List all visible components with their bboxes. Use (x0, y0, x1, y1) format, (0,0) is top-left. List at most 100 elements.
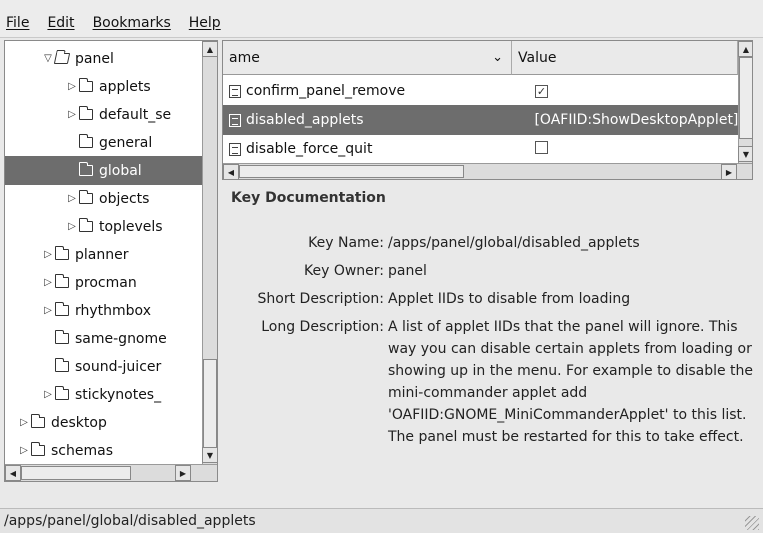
list-vertical-scrollbar[interactable]: ▲ ▼ (738, 41, 752, 163)
tree-item-label: desktop (51, 414, 107, 431)
scroll-up-button[interactable]: ▲ (202, 41, 217, 57)
folder-icon (79, 78, 93, 92)
unchecked-checkbox[interactable] (535, 140, 548, 154)
tree-item[interactable]: ▷ toplevels (5, 212, 202, 241)
scroll-thumb[interactable] (203, 359, 217, 449)
expander-open-icon[interactable]: ▽ (41, 53, 55, 64)
short-description-value: Applet IIDs to disable from loading (388, 291, 631, 307)
tree-item-label: global (99, 162, 142, 179)
folder-icon (55, 330, 69, 344)
folder-open-icon (53, 53, 71, 64)
tree-item-label: planner (75, 246, 129, 263)
key-name-cell: disable_force_quit (246, 141, 373, 157)
tree-item[interactable]: same-gnome (5, 324, 202, 353)
tree-item-label: default_se (99, 106, 172, 123)
list-row[interactable]: disabled_applets [OAFIID:ShowDesktopApple… (223, 105, 738, 135)
expander-closed-icon[interactable]: ▷ (65, 81, 79, 92)
key-owner-value: panel (388, 263, 427, 279)
tree-item-label: toplevels (99, 218, 163, 235)
tree-item-label: stickynotes_ (75, 386, 162, 403)
list-scroll-thumb-horizontal[interactable] (239, 165, 464, 178)
list-scroll-right-button[interactable]: ▶ (721, 164, 737, 179)
expander-closed-icon[interactable]: ▷ (41, 277, 55, 288)
folder-icon (55, 358, 69, 372)
tree-item-label: objects (99, 190, 150, 207)
list-scroll-down-button[interactable]: ▼ (738, 146, 752, 162)
folder-icon (31, 414, 45, 428)
scroll-thumb-horizontal[interactable] (21, 466, 131, 480)
tree-pane: ▷ schemas ▷ desktop ▷ stickynotes_ sound-juice… (4, 40, 218, 482)
tree-vertical-scrollbar[interactable]: ▲ ▼ (202, 41, 217, 464)
expander-closed-icon[interactable]: ▷ (17, 417, 31, 428)
folder-icon (79, 106, 93, 120)
tree-item[interactable]: general (5, 128, 202, 157)
tree-item[interactable]: ▷ desktop (5, 408, 202, 437)
folder-icon (55, 386, 69, 400)
tree-item[interactable]: ▷ rhythmbox (5, 296, 202, 325)
folder-icon (79, 190, 93, 204)
scroll-right-button[interactable]: ▶ (175, 465, 191, 481)
folder-icon (79, 218, 93, 232)
tree-item-label: applets (99, 78, 151, 95)
expander-closed-icon[interactable]: ▷ (65, 109, 79, 120)
key-documentation-heading: Key Documentation (231, 190, 386, 206)
list-horizontal-scrollbar[interactable]: ◀ ▶ (223, 163, 752, 179)
tree-item-label: procman (75, 274, 137, 291)
tree-item[interactable]: ▷ objects (5, 184, 202, 213)
key-name-value: /apps/panel/global/disabled_applets (388, 235, 640, 251)
scroll-left-button[interactable]: ◀ (5, 465, 21, 481)
tree-item[interactable]: global (5, 156, 202, 185)
expander-closed-icon[interactable]: ▷ (41, 249, 55, 260)
list-row[interactable]: disable_force_quit (223, 134, 738, 164)
key-owner-label: Key Owner: (303, 263, 384, 279)
column-header-value[interactable]: Value (512, 41, 738, 75)
tree-horizontal-scrollbar[interactable]: ◀ ▶ (5, 464, 217, 481)
tree-item[interactable]: ▷ applets (5, 72, 202, 101)
key-icon (229, 113, 241, 127)
key-name-cell: disabled_applets (245, 112, 364, 128)
tree-item-label: rhythmbox (75, 302, 151, 319)
key-value-cell[interactable]: [OAFIID:ShowDesktopApplet] (528, 112, 738, 128)
checked-checkbox[interactable]: ✓ (535, 85, 548, 98)
long-description-row: Long Description: A list of applet IIDs … (222, 316, 762, 448)
folder-icon (55, 274, 69, 288)
key-value-cell[interactable]: ✓ (529, 83, 548, 99)
expander-closed-icon[interactable]: ▷ (41, 305, 55, 316)
tree-item[interactable]: ▽ panel (5, 44, 202, 73)
menu-bookmarks[interactable]: Bookmarks (93, 15, 171, 31)
menu-file[interactable]: File (6, 15, 29, 31)
short-description-row: Short Description: Applet IIDs to disabl… (222, 288, 762, 310)
key-icon (229, 84, 241, 98)
expander-closed-icon[interactable]: ▷ (41, 389, 55, 400)
tree-item[interactable]: ▷ planner (5, 240, 202, 269)
tree-item[interactable]: ▷ stickynotes_ (5, 380, 202, 409)
folder-icon (31, 442, 45, 456)
key-documentation: Key Name: /apps/panel/global/disabled_ap… (222, 232, 762, 454)
folder-icon (79, 162, 93, 176)
key-value-cell[interactable] (529, 140, 548, 158)
menu-edit[interactable]: Edit (47, 15, 74, 31)
tree-item[interactable]: ▷ schemas (5, 436, 202, 465)
key-icon (229, 142, 241, 156)
key-list-pane: ame ⌄ disable_force_quit disabled_applets… (222, 40, 753, 180)
list-scroll-thumb[interactable] (739, 57, 752, 139)
short-description-label: Short Description: (257, 291, 384, 307)
expander-closed-icon[interactable]: ▷ (65, 221, 79, 232)
list-scroll-up-button[interactable]: ▲ (738, 41, 752, 57)
list-scroll-left-button[interactable]: ◀ (223, 164, 239, 179)
tree-item-label: same-gnome (75, 330, 167, 347)
menu-help[interactable]: Help (189, 15, 221, 31)
tree-item[interactable]: ▷ procman (5, 268, 202, 297)
tree-item-label: general (99, 134, 153, 151)
resize-grip-icon[interactable] (745, 516, 759, 530)
expander-closed-icon[interactable]: ▷ (17, 445, 31, 456)
expander-closed-icon[interactable]: ▷ (65, 193, 79, 204)
long-description-value: A list of applet IIDs that the panel wil… (388, 319, 754, 445)
list-row[interactable]: confirm_panel_remove ✓ (223, 76, 738, 106)
tree-item[interactable]: ▷ default_se (5, 100, 202, 129)
key-owner-row: Key Owner: panel (222, 260, 762, 282)
scroll-down-button[interactable]: ▼ (202, 447, 217, 463)
column-header-name[interactable]: ame ⌄ (223, 41, 512, 75)
tree-item[interactable]: sound-juicer (5, 352, 202, 381)
folder-icon (55, 246, 69, 260)
